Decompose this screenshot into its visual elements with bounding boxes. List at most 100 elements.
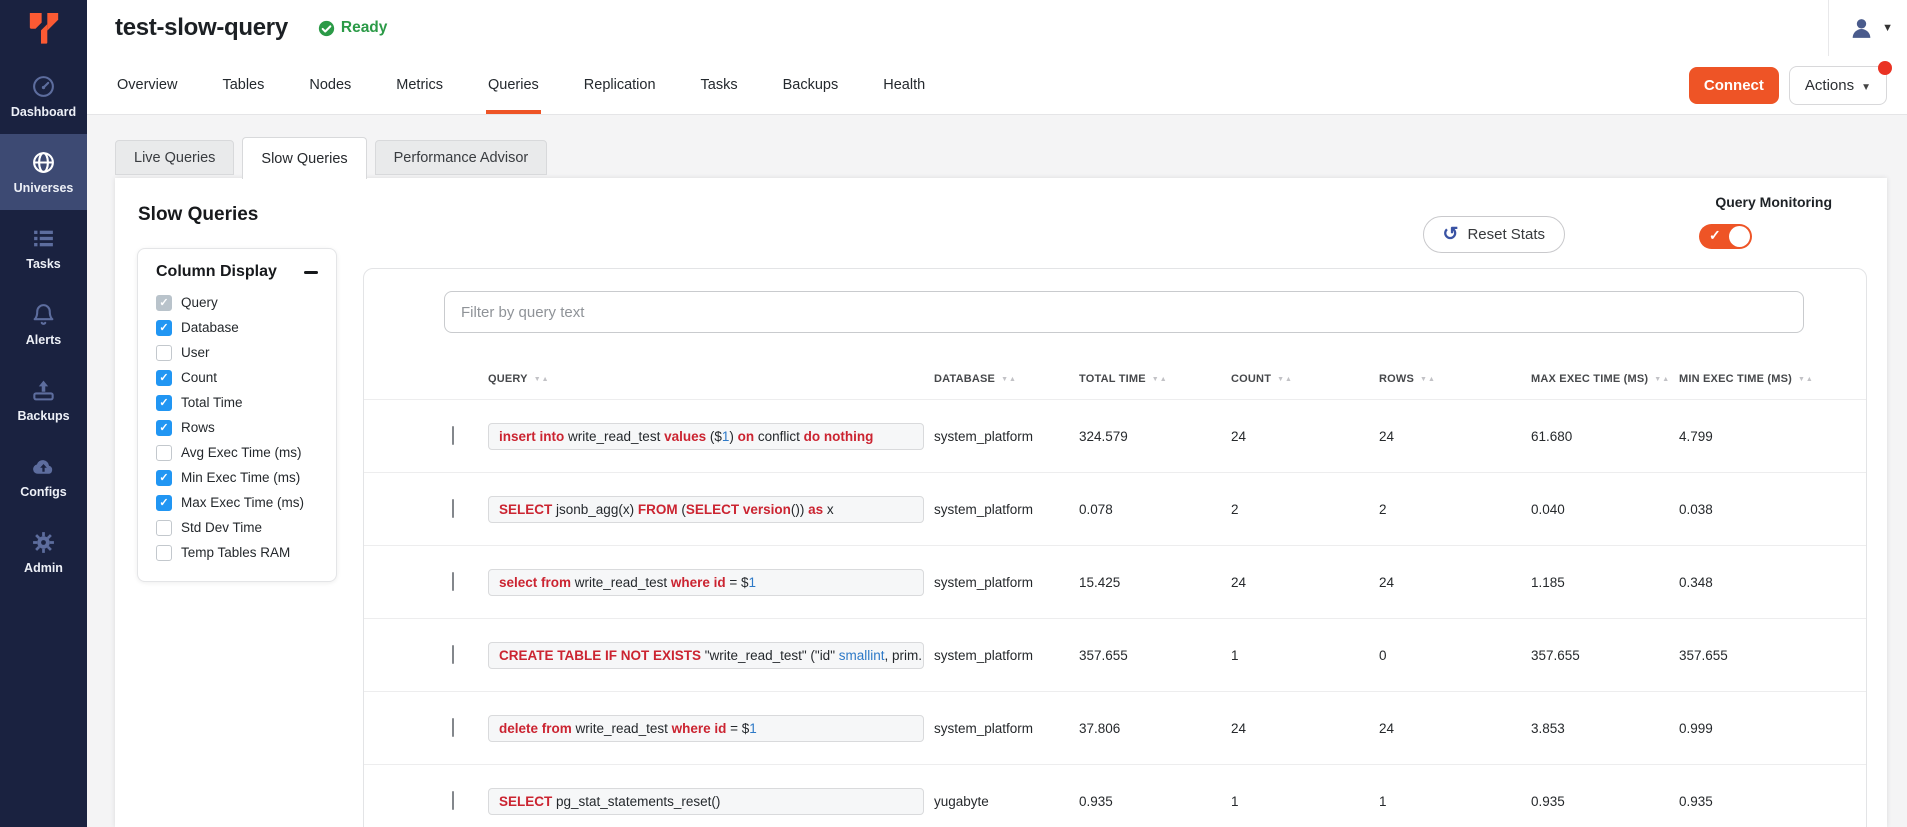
query-filter-input[interactable] <box>444 291 1804 333</box>
column-option-rows[interactable]: ✓Rows <box>138 415 336 440</box>
column-header-min-exec-time-ms[interactable]: MIN EXEC TIME (MS)▼▲ <box>1679 373 1866 385</box>
sidebar-item-dashboard[interactable]: Dashboard <box>0 58 87 134</box>
tab-tables[interactable]: Tables <box>220 56 266 114</box>
tab-nodes[interactable]: Nodes <box>307 56 353 114</box>
sidebar-item-alerts[interactable]: Alerts <box>0 286 87 362</box>
tab-backups[interactable]: Backups <box>781 56 841 114</box>
column-header-count[interactable]: COUNT▼▲ <box>1231 373 1379 385</box>
cell-count: 1 <box>1231 648 1379 663</box>
subtab-performance-advisor[interactable]: Performance Advisor <box>375 140 548 175</box>
column-option-label: Min Exec Time (ms) <box>181 470 300 485</box>
checkbox-checked-icon[interactable]: ✓ <box>156 495 172 511</box>
table-rows: insert into write_read_test values ($1) … <box>364 399 1866 827</box>
checkbox-unchecked-icon[interactable] <box>156 545 172 561</box>
checkbox-unchecked-icon[interactable] <box>156 445 172 461</box>
table-header-row: QUERY▼▲DATABASE▼▲TOTAL TIME▼▲COUNT▼▲ROWS… <box>364 365 1866 393</box>
query-text[interactable]: SELECT pg_stat_statements_reset() <box>488 788 924 815</box>
query-text[interactable]: delete from write_read_test where id = $… <box>488 715 924 742</box>
checkbox-checked-icon[interactable]: ✓ <box>156 395 172 411</box>
row-checkbox[interactable] <box>452 426 454 445</box>
column-option-label: Total Time <box>181 395 243 410</box>
cell-total-time: 0.078 <box>1079 502 1231 517</box>
sidebar-item-backups[interactable]: Backups <box>0 362 87 438</box>
column-header-database[interactable]: DATABASE▼▲ <box>934 373 1079 385</box>
checkbox-unchecked-icon[interactable] <box>156 520 172 536</box>
column-header-query[interactable]: QUERY▼▲ <box>488 373 934 385</box>
tab-tasks[interactable]: Tasks <box>699 56 740 114</box>
row-checkbox[interactable] <box>452 718 454 737</box>
column-header-max-exec-time-ms[interactable]: MAX EXEC TIME (MS)▼▲ <box>1531 373 1679 385</box>
column-option-label: Query <box>181 295 218 310</box>
notification-dot <box>1878 61 1892 75</box>
column-header-total-time[interactable]: TOTAL TIME▼▲ <box>1079 373 1231 385</box>
column-option-label: User <box>181 345 210 360</box>
sidebar-item-tasks[interactable]: Tasks <box>0 210 87 286</box>
checkbox-checked-icon[interactable]: ✓ <box>156 320 172 336</box>
column-option-database[interactable]: ✓Database <box>138 315 336 340</box>
top-bar: test-slow-query Ready ▼ <box>87 0 1907 56</box>
table-row: select from write_read_test where id = $… <box>364 545 1866 618</box>
query-text[interactable]: CREATE TABLE IF NOT EXISTS "write_read_t… <box>488 642 924 669</box>
checkbox-checked-icon[interactable]: ✓ <box>156 420 172 436</box>
row-checkbox[interactable] <box>452 572 454 591</box>
backups-upload-icon <box>31 378 56 403</box>
query-text[interactable]: select from write_read_test where id = $… <box>488 569 924 596</box>
universes-globe-icon <box>31 150 56 175</box>
yugabyte-logo-icon[interactable] <box>0 0 87 58</box>
tab-metrics[interactable]: Metrics <box>394 56 445 114</box>
checkbox-checked-icon[interactable]: ✓ <box>156 295 172 311</box>
table-row: delete from write_read_test where id = $… <box>364 691 1866 764</box>
column-option-max-exec-time-ms[interactable]: ✓Max Exec Time (ms) <box>138 490 336 515</box>
table-row: SELECT jsonb_agg(x) FROM (SELECT version… <box>364 472 1866 545</box>
collapse-minus-icon[interactable] <box>304 271 318 274</box>
tab-overview[interactable]: Overview <box>115 56 179 114</box>
checkbox-checked-icon[interactable]: ✓ <box>156 470 172 486</box>
column-option-temp-tables-ram[interactable]: Temp Tables RAM <box>138 540 336 565</box>
sidebar-item-universes[interactable]: Universes <box>0 134 87 210</box>
column-option-avg-exec-time-ms[interactable]: Avg Exec Time (ms) <box>138 440 336 465</box>
cell-total-time: 15.425 <box>1079 575 1231 590</box>
column-header-rows[interactable]: ROWS▼▲ <box>1379 373 1531 385</box>
tab-health[interactable]: Health <box>881 56 927 114</box>
column-option-std-dev-time[interactable]: Std Dev Time <box>138 515 336 540</box>
sidebar-item-label: Backups <box>17 409 69 423</box>
user-menu[interactable]: ▼ <box>1828 0 1907 56</box>
sidebar-item-label: Universes <box>14 181 74 195</box>
subtab-slow-queries[interactable]: Slow Queries <box>242 137 366 179</box>
cell-min-exec-time-ms: 0.348 <box>1679 575 1866 590</box>
column-option-count[interactable]: ✓Count <box>138 365 336 390</box>
cell-min-exec-time-ms: 357.655 <box>1679 648 1866 663</box>
column-option-min-exec-time-ms[interactable]: ✓ Min Exec Time (ms) <box>138 465 336 490</box>
table-row: SELECT pg_stat_statements_reset()yugabyt… <box>364 764 1866 827</box>
query-monitoring-toggle[interactable]: ✓ <box>1699 224 1752 249</box>
tab-queries[interactable]: Queries <box>486 56 541 114</box>
status-badge: Ready <box>318 19 388 37</box>
tab-replication[interactable]: Replication <box>582 56 658 114</box>
nav-tabs: Overview Tables Nodes Metrics Queries Replica… <box>115 56 927 114</box>
row-checkbox[interactable] <box>452 791 454 810</box>
sidebar-item-admin[interactable]: Admin <box>0 514 87 590</box>
query-text[interactable]: insert into write_read_test values ($1) … <box>488 423 924 450</box>
sidebar-item-configs[interactable]: Configs <box>0 438 87 514</box>
cell-total-time: 0.935 <box>1079 794 1231 809</box>
actions-button[interactable]: Actions▼ <box>1789 66 1887 105</box>
reset-stats-button[interactable]: ↺ Reset Stats <box>1423 216 1565 253</box>
toggle-knob <box>1729 226 1750 247</box>
subtab-live-queries[interactable]: Live Queries <box>115 140 234 175</box>
cell-rows: 24 <box>1379 429 1531 444</box>
cell-min-exec-time-ms: 4.799 <box>1679 429 1866 444</box>
cell-max-exec-time-ms: 61.680 <box>1531 429 1679 444</box>
column-option-user[interactable]: User <box>138 340 336 365</box>
checkbox-checked-icon[interactable]: ✓ <box>156 370 172 386</box>
query-text[interactable]: SELECT jsonb_agg(x) FROM (SELECT version… <box>488 496 924 523</box>
column-option-total-time[interactable]: ✓ Total Time <box>138 390 336 415</box>
checkbox-unchecked-icon[interactable] <box>156 345 172 361</box>
chevron-down-icon: ▼ <box>1882 22 1893 34</box>
connect-button[interactable]: Connect <box>1689 67 1779 104</box>
column-option-query[interactable]: ✓ Query <box>138 290 336 315</box>
sidebar: Dashboard Universes TasksAlerts Backups Conf… <box>0 0 87 827</box>
chevron-down-icon: ▼ <box>1861 82 1871 93</box>
cell-count: 2 <box>1231 502 1379 517</box>
row-checkbox[interactable] <box>452 645 454 664</box>
row-checkbox[interactable] <box>452 499 454 518</box>
